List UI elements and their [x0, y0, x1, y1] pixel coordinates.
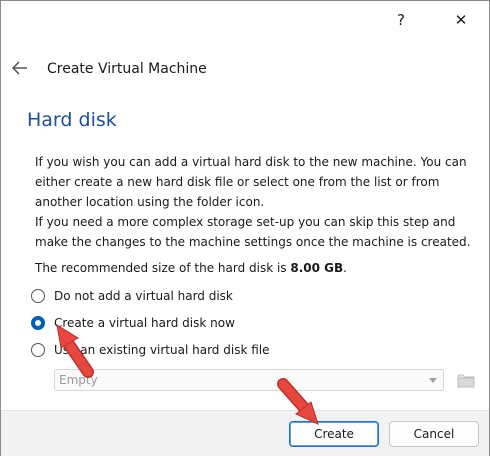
- option-create-disk[interactable]: Create a virtual hard disk now: [31, 312, 235, 334]
- recommended-suffix: .: [343, 261, 347, 275]
- wizard-header: Create Virtual Machine: [1, 49, 489, 89]
- recommended-prefix: The recommended size of the hard disk is: [35, 261, 291, 275]
- folder-icon[interactable]: [455, 369, 477, 391]
- existing-disk-select-value: Empty: [59, 373, 98, 387]
- create-vm-dialog: ? ✕ Create Virtual Machine Hard disk If …: [0, 0, 490, 456]
- close-button[interactable]: ✕: [441, 7, 481, 33]
- create-button[interactable]: Create: [289, 421, 379, 447]
- cancel-button[interactable]: Cancel: [389, 421, 479, 447]
- intro-text: If you wish you can add a virtual hard d…: [35, 155, 467, 209]
- option-no-disk[interactable]: Do not add a virtual hard disk: [31, 285, 233, 307]
- option-no-disk-label: Do not add a virtual hard disk: [54, 289, 233, 303]
- dialog-footer: Create Cancel: [1, 410, 489, 456]
- option-create-disk-label: Create a virtual hard disk now: [54, 316, 235, 330]
- page-title: Hard disk: [27, 109, 117, 131]
- recommended-size-text: The recommended size of the hard disk is…: [35, 258, 475, 278]
- option-existing-disk[interactable]: Use an existing virtual hard disk file: [31, 339, 269, 361]
- wizard-title: Create Virtual Machine: [47, 61, 207, 77]
- option-existing-disk-label: Use an existing virtual hard disk file: [54, 343, 270, 357]
- help-button[interactable]: ?: [381, 7, 421, 33]
- recommended-size-value: 8.00 GB: [290, 261, 344, 275]
- complex-setup-text: If you need a more complex storage set-u…: [35, 215, 471, 249]
- radio-create-disk[interactable]: [31, 316, 45, 330]
- chevron-down-icon: [429, 378, 437, 383]
- back-arrow-icon[interactable]: [9, 57, 31, 79]
- radio-no-disk[interactable]: [31, 289, 45, 303]
- content-panel: [1, 102, 489, 410]
- existing-disk-select[interactable]: Empty: [54, 369, 444, 391]
- radio-existing-disk[interactable]: [31, 343, 45, 357]
